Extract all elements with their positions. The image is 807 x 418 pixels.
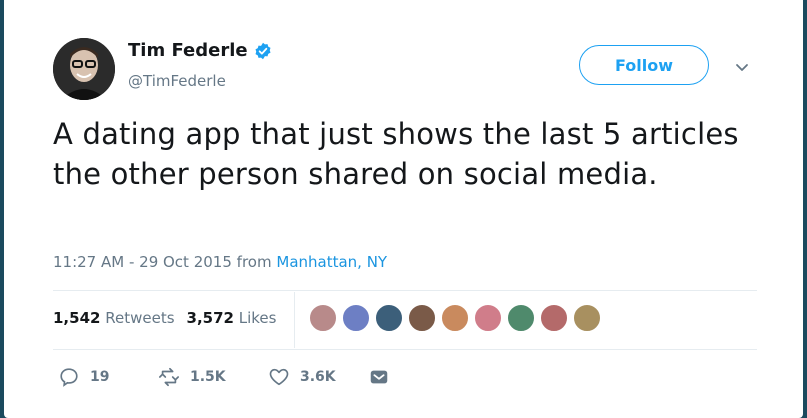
profile-photo-icon [53,38,115,100]
direct-message-button[interactable] [368,366,390,388]
liker-avatar[interactable] [440,303,470,333]
envelope-icon [370,370,388,384]
likes-stat[interactable]: 3,572 Likes [187,309,277,327]
liker-avatar[interactable] [473,303,503,333]
retweets-stat[interactable]: 1,542 Retweets [53,309,175,327]
retweets-stat-label: Retweets [105,309,175,327]
author-name[interactable]: Tim Federle [128,40,248,61]
tweet-card: Tim Federle @TimFederle Follow A dating … [4,0,803,418]
retweet-icon [159,367,179,387]
tweet-location-link[interactable]: Manhattan, NY [276,253,387,271]
tweet-actions: 19 1.5K 3.6K [58,366,390,388]
reply-button[interactable]: 19 [58,366,158,388]
retweets-stat-count: 1,542 [53,309,101,327]
divider-top [53,290,757,291]
divider-bottom [53,349,757,350]
liker-avatar[interactable] [341,303,371,333]
tweet-text: A dating app that just shows the last 5 … [53,117,739,191]
stats-separator [294,292,295,348]
heart-icon [269,368,289,386]
retweet-button[interactable]: 1.5K [158,366,268,388]
retweet-count: 1.5K [190,369,226,385]
chevron-down-icon[interactable] [735,60,749,74]
reply-count: 19 [90,369,110,385]
liker-avatar[interactable] [407,303,437,333]
verified-badge-icon [255,42,271,59]
liker-avatar[interactable] [374,303,404,333]
like-button[interactable]: 3.6K [268,366,368,388]
likes-stat-label: Likes [238,309,277,327]
liker-avatar[interactable] [572,303,602,333]
author-name-row[interactable]: Tim Federle [128,40,272,61]
liker-avatar[interactable] [308,303,338,333]
liker-avatars [308,303,605,333]
from-label: from [236,253,272,271]
like-count: 3.6K [300,369,336,385]
likes-stat-count: 3,572 [186,309,234,327]
follow-button[interactable]: Follow [579,45,709,85]
reply-icon [60,368,78,387]
tweet-stats: 1,542 Retweets 3,572 Likes [53,309,276,327]
liker-avatar[interactable] [506,303,536,333]
tweet-timestamp[interactable]: 11:27 AM - 29 Oct 2015 [53,253,232,271]
liker-avatar[interactable] [539,303,569,333]
tweet-meta: 11:27 AM - 29 Oct 2015 from Manhattan, N… [53,253,387,271]
author-handle[interactable]: @TimFederle [128,72,226,90]
author-avatar[interactable] [53,38,115,100]
